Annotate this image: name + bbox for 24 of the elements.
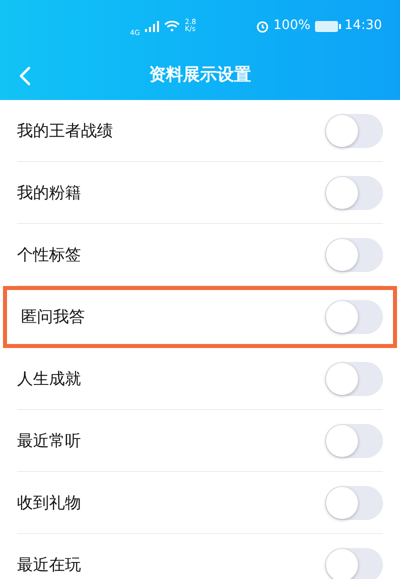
- setting-label: 个性标签: [17, 244, 81, 266]
- toggle-switch[interactable]: [325, 362, 383, 396]
- toggle-switch[interactable]: [325, 300, 383, 334]
- setting-label: 最近在玩: [17, 554, 81, 576]
- toggle-switch[interactable]: [325, 486, 383, 520]
- setting-label: 我的粉籍: [17, 182, 81, 204]
- setting-label: 我的王者战绩: [17, 120, 113, 142]
- toggle-switch[interactable]: [325, 424, 383, 458]
- page-title: 资料展示设置: [149, 64, 251, 88]
- setting-label: 收到礼物: [17, 492, 81, 514]
- toggle-switch[interactable]: [325, 548, 383, 579]
- setting-label: 人生成就: [17, 368, 81, 390]
- wifi-icon: [164, 20, 180, 32]
- battery-percent: 100%: [273, 17, 311, 36]
- toggle-switch[interactable]: [325, 238, 383, 272]
- signal-icon: [144, 20, 159, 32]
- back-icon: [19, 66, 31, 86]
- setting-label: 匿问我答: [21, 306, 85, 328]
- toggle-switch[interactable]: [325, 176, 383, 210]
- setting-label: 最近常听: [17, 430, 81, 452]
- alarm-icon: [256, 20, 270, 32]
- battery-icon: [314, 20, 341, 32]
- time: 14:30: [344, 17, 382, 36]
- toggle-switch[interactable]: [325, 114, 383, 148]
